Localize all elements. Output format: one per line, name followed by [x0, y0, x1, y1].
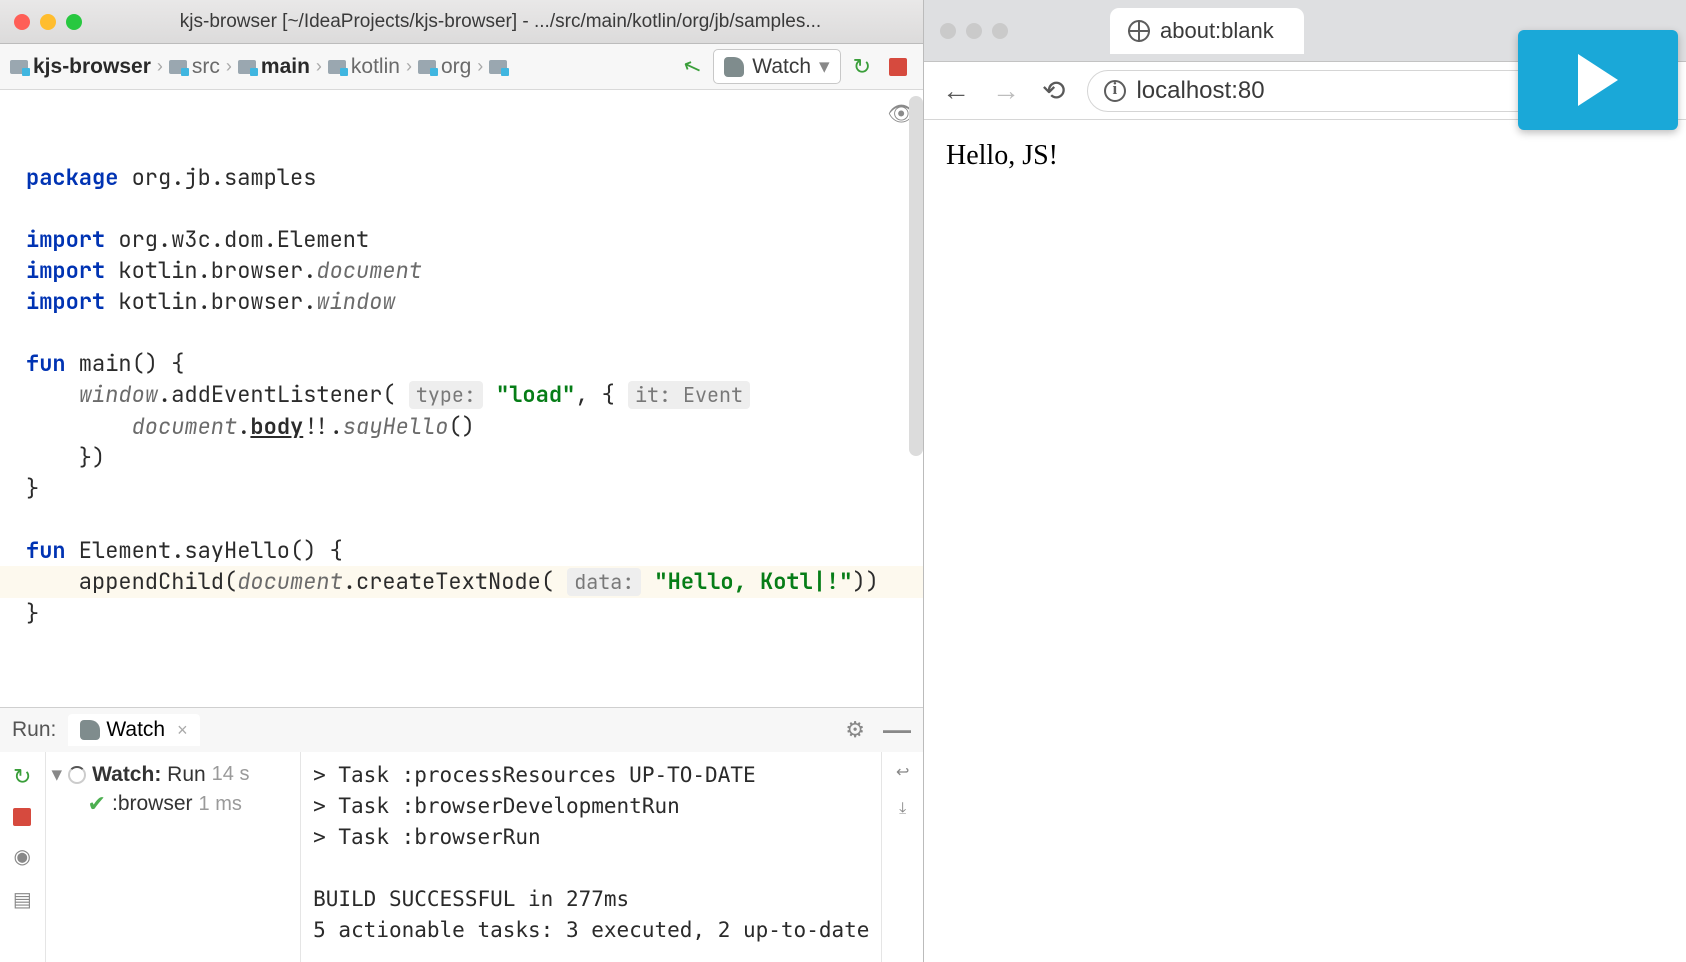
- breadcrumb-item[interactable]: org: [418, 55, 471, 79]
- back-button[interactable]: ←: [942, 75, 970, 107]
- chevron-right-icon: ›: [406, 56, 412, 77]
- scrollbar[interactable]: [909, 96, 923, 456]
- breadcrumb-item[interactable]: kjs-browser: [10, 55, 151, 79]
- spinner-icon: [68, 766, 86, 784]
- folder-icon: [10, 60, 28, 74]
- stop-icon[interactable]: [13, 808, 31, 826]
- run-tree[interactable]: ▾ Watch: Run 14 s ✔ :browser 1 ms: [46, 752, 302, 962]
- breadcrumb-more[interactable]: [489, 60, 507, 74]
- chevron-right-icon: ›: [477, 56, 483, 77]
- toolbar: kjs-browser › src › main › kotlin › org …: [0, 44, 923, 90]
- reload-button[interactable]: ⟲: [1042, 74, 1065, 107]
- show-icon[interactable]: ◉: [14, 844, 31, 869]
- code-editor[interactable]: 👁 package org.jb.samples import org.w3c.…: [0, 90, 923, 707]
- gradle-icon: [80, 720, 100, 740]
- collapse-icon[interactable]: ▾: [52, 762, 63, 787]
- run-tab[interactable]: Watch ×: [68, 714, 199, 746]
- play-icon: [1578, 54, 1618, 106]
- site-info-icon[interactable]: [1104, 80, 1126, 102]
- folder-icon: [328, 60, 346, 74]
- window-title: kjs-browser [~/IdeaProjects/kjs-browser]…: [92, 11, 909, 33]
- run-header: Run: Watch × ⚙ —: [0, 708, 923, 752]
- close-icon[interactable]: [14, 14, 30, 30]
- run-config-label: Watch: [752, 55, 811, 79]
- close-icon[interactable]: [940, 23, 956, 39]
- stop-button[interactable]: [889, 58, 907, 76]
- scroll-to-end-icon[interactable]: ⤓: [899, 800, 906, 818]
- folder-icon: [418, 60, 436, 74]
- rerun-button[interactable]: ↻: [847, 54, 877, 80]
- page-content: Hello, JS!: [924, 120, 1686, 962]
- browser-window: about:blank ← → ⟲ localhost:80 Hello, JS…: [924, 0, 1686, 962]
- rerun-icon[interactable]: ↻: [13, 764, 31, 790]
- play-video-button[interactable]: [1518, 30, 1678, 130]
- minimize-icon[interactable]: [40, 14, 56, 30]
- folder-icon: [489, 60, 507, 74]
- maximize-icon[interactable]: [66, 14, 82, 30]
- breadcrumb-item[interactable]: src: [169, 55, 220, 79]
- layout-icon[interactable]: ▤: [13, 887, 32, 912]
- gear-icon[interactable]: ⚙: [845, 717, 865, 743]
- run-tool-window: Run: Watch × ⚙ — ↻ ◉ ▤: [0, 707, 923, 962]
- chevron-right-icon: ›: [316, 56, 322, 77]
- crumb-label: kjs-browser: [33, 55, 151, 79]
- folder-icon: [238, 60, 256, 74]
- checkmark-icon: ✔: [88, 791, 106, 817]
- build-hammer-icon[interactable]: ↖: [673, 47, 712, 86]
- url-text: localhost:80: [1136, 77, 1264, 105]
- crumb-label: kotlin: [351, 55, 400, 79]
- ide-window: kjs-browser [~/IdeaProjects/kjs-browser]…: [0, 0, 924, 962]
- minimize-icon[interactable]: [966, 23, 982, 39]
- tree-time: 14 s: [212, 763, 250, 786]
- window-controls: [14, 14, 82, 30]
- browser-window-controls: [940, 23, 1008, 39]
- breadcrumb-item[interactable]: main: [238, 55, 310, 79]
- console-toolbar: ↩ ⤓: [881, 752, 923, 962]
- chevron-right-icon: ›: [226, 56, 232, 77]
- run-toolbar: ↻ ◉ ▤: [0, 752, 46, 962]
- run-label: Run:: [12, 718, 56, 742]
- title-bar: kjs-browser [~/IdeaProjects/kjs-browser]…: [0, 0, 923, 44]
- chevron-right-icon: ›: [157, 56, 163, 77]
- chevron-down-icon: ▾: [819, 54, 830, 79]
- run-tab-label: Watch: [106, 718, 165, 742]
- run-config-dropdown[interactable]: Watch ▾: [713, 49, 840, 84]
- tree-item-label: :browser: [112, 792, 193, 816]
- tree-root[interactable]: ▾ Watch: Run 14 s: [52, 760, 295, 789]
- crumb-label: org: [441, 55, 471, 79]
- console-output[interactable]: > Task :processResources UP-TO-DATE > Ta…: [301, 752, 881, 962]
- crumb-label: src: [192, 55, 220, 79]
- browser-tab[interactable]: about:blank: [1110, 8, 1304, 54]
- tree-item[interactable]: ✔ :browser 1 ms: [52, 789, 295, 819]
- soft-wrap-icon[interactable]: ↩: [896, 762, 909, 782]
- crumb-label: main: [261, 55, 310, 79]
- hide-panel-icon[interactable]: —: [883, 714, 911, 746]
- close-tab-icon[interactable]: ×: [177, 720, 188, 741]
- gradle-icon: [724, 57, 744, 77]
- tree-time: 1 ms: [199, 793, 242, 816]
- tab-title: about:blank: [1160, 18, 1274, 44]
- breadcrumb-item[interactable]: kotlin: [328, 55, 400, 79]
- maximize-icon[interactable]: [992, 23, 1008, 39]
- page-text: Hello, JS!: [946, 140, 1058, 171]
- forward-button[interactable]: →: [992, 75, 1020, 107]
- globe-icon: [1128, 20, 1150, 42]
- folder-icon: [169, 60, 187, 74]
